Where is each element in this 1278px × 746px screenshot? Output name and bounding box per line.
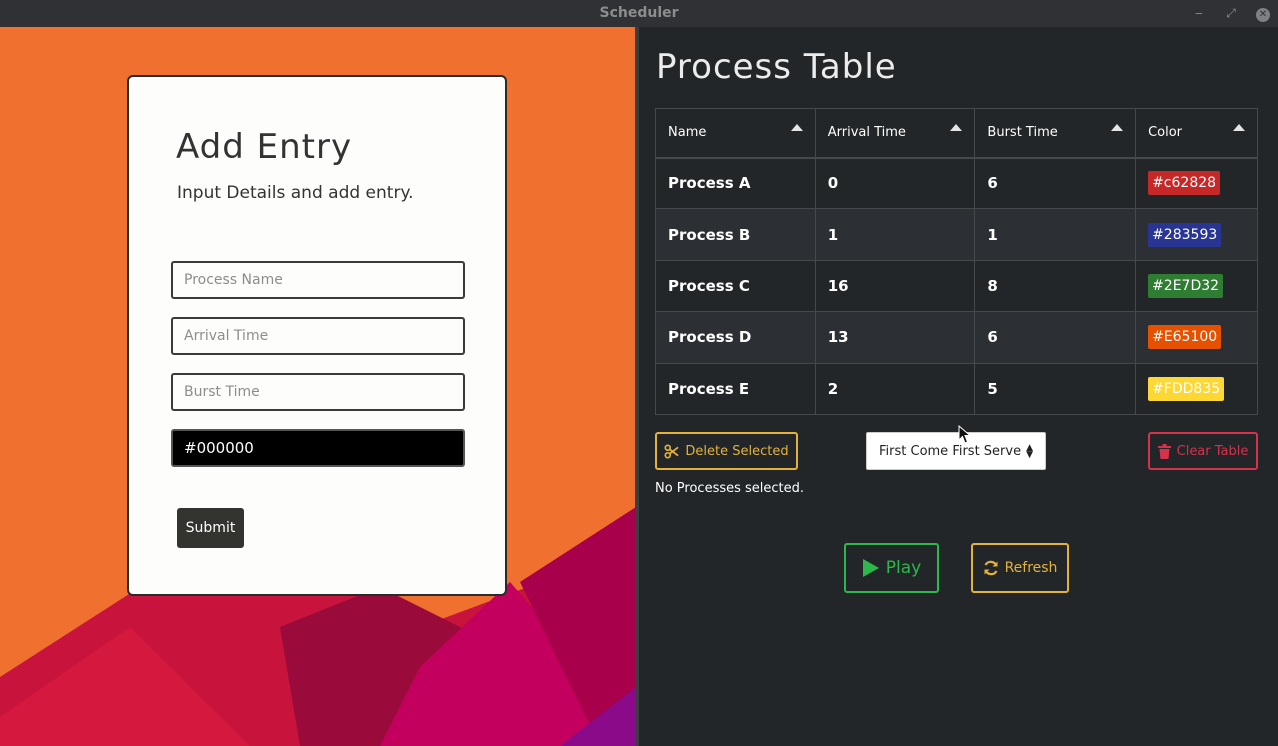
add-entry-subtitle: Input Details and add entry. [177,183,414,203]
sort-up-icon[interactable] [1233,124,1245,131]
process-table: Name Arrival Time Burst Time Color Proce… [655,108,1258,416]
process-table-title: Process Table [656,47,897,87]
sort-up-icon[interactable] [1111,124,1124,131]
burst-time-input[interactable] [171,373,465,411]
refresh-icon [984,560,998,576]
table-row[interactable]: Process D 13 6 #E65100 [655,311,1258,364]
add-entry-title: Add Entry [176,127,353,167]
sort-up-icon[interactable] [790,124,803,131]
cell-color: #283593 [1135,208,1258,261]
cell-arrival: 0 [814,156,976,210]
window-title: Scheduler [599,5,679,21]
refresh-button[interactable]: Refresh [971,543,1069,593]
algorithm-select-value: First Come First Serve [879,443,1022,459]
cell-arrival: 13 [814,311,976,364]
cell-burst: 5 [974,362,1137,416]
play-icon [862,559,879,577]
color-chip: #c62828 [1148,171,1221,196]
refresh-label: Refresh [1004,560,1058,576]
color-input[interactable] [171,429,465,467]
select-arrows-icon: ▲ ▼ [1026,443,1033,460]
cell-arrival: 2 [814,362,976,416]
close-icon[interactable]: ✕ [1254,4,1272,22]
cell-burst: 8 [974,259,1137,313]
cell-burst: 6 [974,311,1137,364]
color-chip: #283593 [1148,222,1222,247]
delete-selected-label: Delete Selected [685,443,789,459]
color-chip: #2E7D32 [1148,273,1224,298]
cell-name: Process C [655,259,816,313]
column-header-arrival[interactable]: Arrival Time [814,108,976,159]
cell-color: #c62828 [1135,156,1258,210]
clear-table-label: Clear Table [1176,443,1249,459]
delete-selected-button[interactable]: Delete Selected [655,432,798,470]
clear-table-button[interactable]: Clear Table [1148,432,1258,470]
mouse-cursor-icon [958,425,972,444]
column-header-burst[interactable]: Burst Time [974,108,1137,159]
trash-icon [1157,443,1171,459]
table-row[interactable]: Process E 2 5 #FDD835 [655,362,1258,416]
algorithm-select[interactable]: First Come First Serve ▲ ▼ [866,432,1046,470]
column-header-name[interactable]: Name [655,108,816,159]
cell-arrival: 16 [814,259,976,313]
cell-burst: 1 [974,208,1137,261]
desktop-wallpaper: Add Entry Input Details and add entry. S… [0,27,636,746]
cell-name: Process B [655,208,816,261]
title-bar: Scheduler ‒ ⤢ ✕ [0,0,1278,27]
table-row[interactable]: Process C 16 8 #2E7D32 [655,259,1258,313]
cell-arrival: 1 [814,208,976,261]
cell-name: Process A [655,156,816,210]
table-header-row: Name Arrival Time Burst Time Color [655,108,1258,159]
table-row[interactable]: Process A 0 6 #c62828 [655,156,1258,210]
sort-up-icon[interactable] [950,124,963,131]
cell-color: #E65100 [1135,311,1258,364]
selection-status: No Processes selected. [655,481,805,496]
scissors-icon [664,443,679,459]
color-chip: #FDD835 [1148,376,1225,401]
play-label: Play [885,558,922,578]
process-name-input[interactable] [171,261,465,299]
column-header-color[interactable]: Color [1135,108,1258,159]
arrival-time-input[interactable] [171,317,465,355]
cell-burst: 6 [974,156,1137,210]
process-panel: Process Table Name Arrival Time Burst Ti… [639,27,1278,746]
cell-color: #FDD835 [1135,362,1258,416]
add-entry-card: Add Entry Input Details and add entry. S… [127,75,507,596]
color-chip: #E65100 [1148,325,1222,350]
table-row[interactable]: Process B 1 1 #283593 [655,208,1258,261]
minimize-icon[interactable]: ‒ [1190,4,1208,22]
cell-color: #2E7D32 [1135,259,1258,313]
play-button[interactable]: Play [844,543,939,593]
cell-name: Process D [655,311,816,364]
submit-button[interactable]: Submit [177,508,244,548]
maximize-icon[interactable]: ⤢ [1222,4,1240,22]
cell-name: Process E [655,362,816,416]
